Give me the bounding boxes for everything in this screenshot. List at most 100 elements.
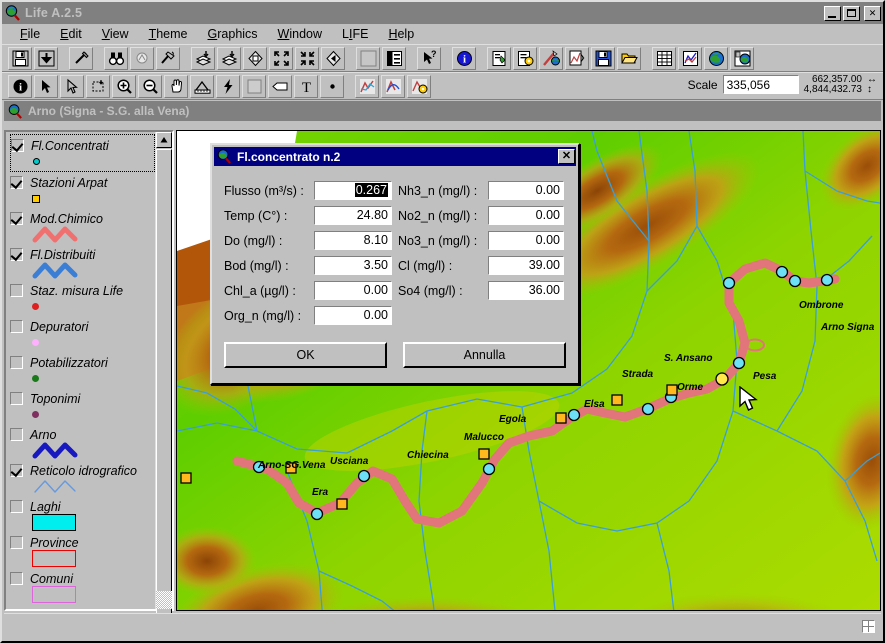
zoom-in-extent-icon[interactable] — [269, 46, 293, 70]
legend-checkbox[interactable] — [10, 356, 23, 369]
hammer-tool-icon[interactable] — [156, 46, 180, 70]
legend-checkbox[interactable] — [10, 284, 23, 297]
legend-list[interactable]: Fl.Concentrati Stazioni Arpat Mod.Chimico F… — [6, 132, 155, 609]
pointer-icon[interactable] — [34, 74, 58, 98]
menu-edit[interactable]: Edit — [50, 25, 92, 43]
select-arrow-icon[interactable] — [60, 74, 84, 98]
field-input[interactable]: 8.10 — [314, 231, 392, 250]
maximize-button[interactable] — [843, 5, 860, 21]
legend-checkbox[interactable] — [10, 248, 23, 261]
menu-help[interactable]: Help — [378, 25, 424, 43]
add-theme-icon[interactable] — [34, 46, 58, 70]
profile-chart-icon[interactable] — [355, 74, 379, 98]
query-hammer-icon[interactable] — [130, 46, 154, 70]
field-input[interactable]: 24.80 — [314, 206, 392, 225]
field-input[interactable]: 3.50 — [314, 256, 392, 275]
resize-grip-icon[interactable] — [862, 620, 875, 633]
legend-item-laghi[interactable]: Laghi — [10, 496, 155, 532]
hotlink-icon[interactable] — [216, 74, 240, 98]
legend-checkbox[interactable] — [10, 320, 23, 333]
legend-item-reticolo-idrografico[interactable]: Reticolo idrografico — [10, 460, 155, 496]
help-pointer-icon[interactable]: ? — [417, 46, 441, 70]
legend-item-staz-misura-life[interactable]: Staz. misura Life — [10, 280, 155, 316]
legend-checkbox[interactable] — [10, 176, 23, 189]
measure-icon[interactable] — [190, 74, 214, 98]
graph-curve-icon[interactable] — [381, 74, 405, 98]
label-icon[interactable] — [268, 74, 292, 98]
minimize-button[interactable] — [824, 5, 841, 21]
dialog-close-button[interactable]: ✕ — [558, 149, 575, 164]
field-input[interactable]: 0.00 — [488, 231, 564, 250]
find-binoculars-icon[interactable] — [104, 46, 128, 70]
globe-icon[interactable] — [704, 46, 728, 70]
legend-checkbox[interactable] — [11, 139, 24, 152]
menu-file[interactable]: File — [10, 25, 50, 43]
save-icon[interactable] — [8, 46, 32, 70]
zoom-out-icon[interactable] — [138, 74, 162, 98]
zoom-in-icon[interactable] — [112, 74, 136, 98]
legend-item-comuni[interactable]: Comuni — [10, 568, 155, 604]
zoom-previous-icon[interactable] — [321, 46, 345, 70]
chart-line-icon[interactable] — [678, 46, 702, 70]
legend-checkbox[interactable] — [10, 212, 23, 225]
settings-graph-icon[interactable] — [407, 74, 431, 98]
legend-checkbox[interactable] — [10, 464, 23, 477]
open-folder-icon[interactable] — [617, 46, 641, 70]
legend-checkbox[interactable] — [10, 572, 23, 585]
legend-item-arno[interactable]: Arno — [10, 424, 155, 460]
chart-pen-icon[interactable] — [539, 46, 563, 70]
field-input[interactable]: 36.00 — [488, 281, 564, 300]
table-grid-icon[interactable] — [652, 46, 676, 70]
close-button[interactable]: ✕ — [864, 5, 881, 21]
zoom-to-selected-icon[interactable] — [217, 46, 241, 70]
zoom-box-icon[interactable] — [86, 74, 110, 98]
select-none-icon[interactable] — [356, 46, 380, 70]
info-about-icon[interactable]: i — [452, 46, 476, 70]
identify-info-icon[interactable]: i — [8, 74, 32, 98]
scale-input[interactable]: 335,056 — [722, 75, 799, 94]
point-draw-icon[interactable] — [320, 74, 344, 98]
properties-icon[interactable] — [513, 46, 537, 70]
field-input[interactable]: 0.00 — [488, 181, 564, 200]
legend-checkbox[interactable] — [10, 428, 23, 441]
field-input[interactable]: 0.00 — [314, 281, 392, 300]
legend-item-fl-concentrati[interactable]: Fl.Concentrati — [10, 134, 155, 172]
cancel-button[interactable]: Annulla — [403, 342, 566, 368]
open-table-icon[interactable] — [382, 46, 406, 70]
legend-item-fl-distribuiti[interactable]: Fl.Distribuiti — [10, 244, 155, 280]
legend-item-toponimi[interactable]: Toponimi — [10, 388, 155, 424]
legend-item-stazioni-arpat[interactable]: Stazioni Arpat — [10, 172, 155, 208]
scroll-thumb[interactable] — [156, 149, 172, 619]
zoom-to-theme-icon[interactable] — [191, 46, 215, 70]
draw-line-icon[interactable] — [69, 46, 93, 70]
pan-hand-icon[interactable] — [164, 74, 188, 98]
line-symbol-icon — [34, 479, 76, 493]
menu-graphics[interactable]: Graphics — [198, 25, 268, 43]
globe-save-icon[interactable] — [730, 46, 754, 70]
field-input[interactable]: 0.00 — [488, 206, 564, 225]
menu-theme[interactable]: Theme — [139, 25, 198, 43]
legend-item-province[interactable]: Province — [10, 532, 155, 568]
legend-checkbox[interactable] — [10, 392, 23, 405]
field-input[interactable]: 0.267 — [314, 181, 392, 200]
menu-life[interactable]: LIFE — [332, 25, 378, 43]
field-input[interactable]: 39.00 — [488, 256, 564, 275]
menu-view[interactable]: View — [92, 25, 139, 43]
report-icon[interactable] — [487, 46, 511, 70]
run-model-icon[interactable] — [565, 46, 589, 70]
zoom-to-extent-icon[interactable] — [243, 46, 267, 70]
legend-item-depuratori[interactable]: Depuratori — [10, 316, 155, 352]
legend-checkbox[interactable] — [10, 536, 23, 549]
zoom-out-extent-icon[interactable] — [295, 46, 319, 70]
save-project-icon[interactable] — [591, 46, 615, 70]
legend-item-potabilizzatori[interactable]: Potabilizzatori — [10, 352, 155, 388]
select-area-icon[interactable] — [242, 74, 266, 98]
legend-item-mod-chimico[interactable]: Mod.Chimico — [10, 208, 155, 244]
menu-window[interactable]: Window — [268, 25, 332, 43]
legend-checkbox[interactable] — [10, 500, 23, 513]
field-input[interactable]: 0.00 — [314, 306, 392, 325]
ok-button[interactable]: OK — [224, 342, 387, 368]
legend-scrollbar[interactable] — [155, 132, 172, 619]
scroll-up-button[interactable] — [156, 132, 172, 148]
text-icon[interactable]: T — [294, 74, 318, 98]
